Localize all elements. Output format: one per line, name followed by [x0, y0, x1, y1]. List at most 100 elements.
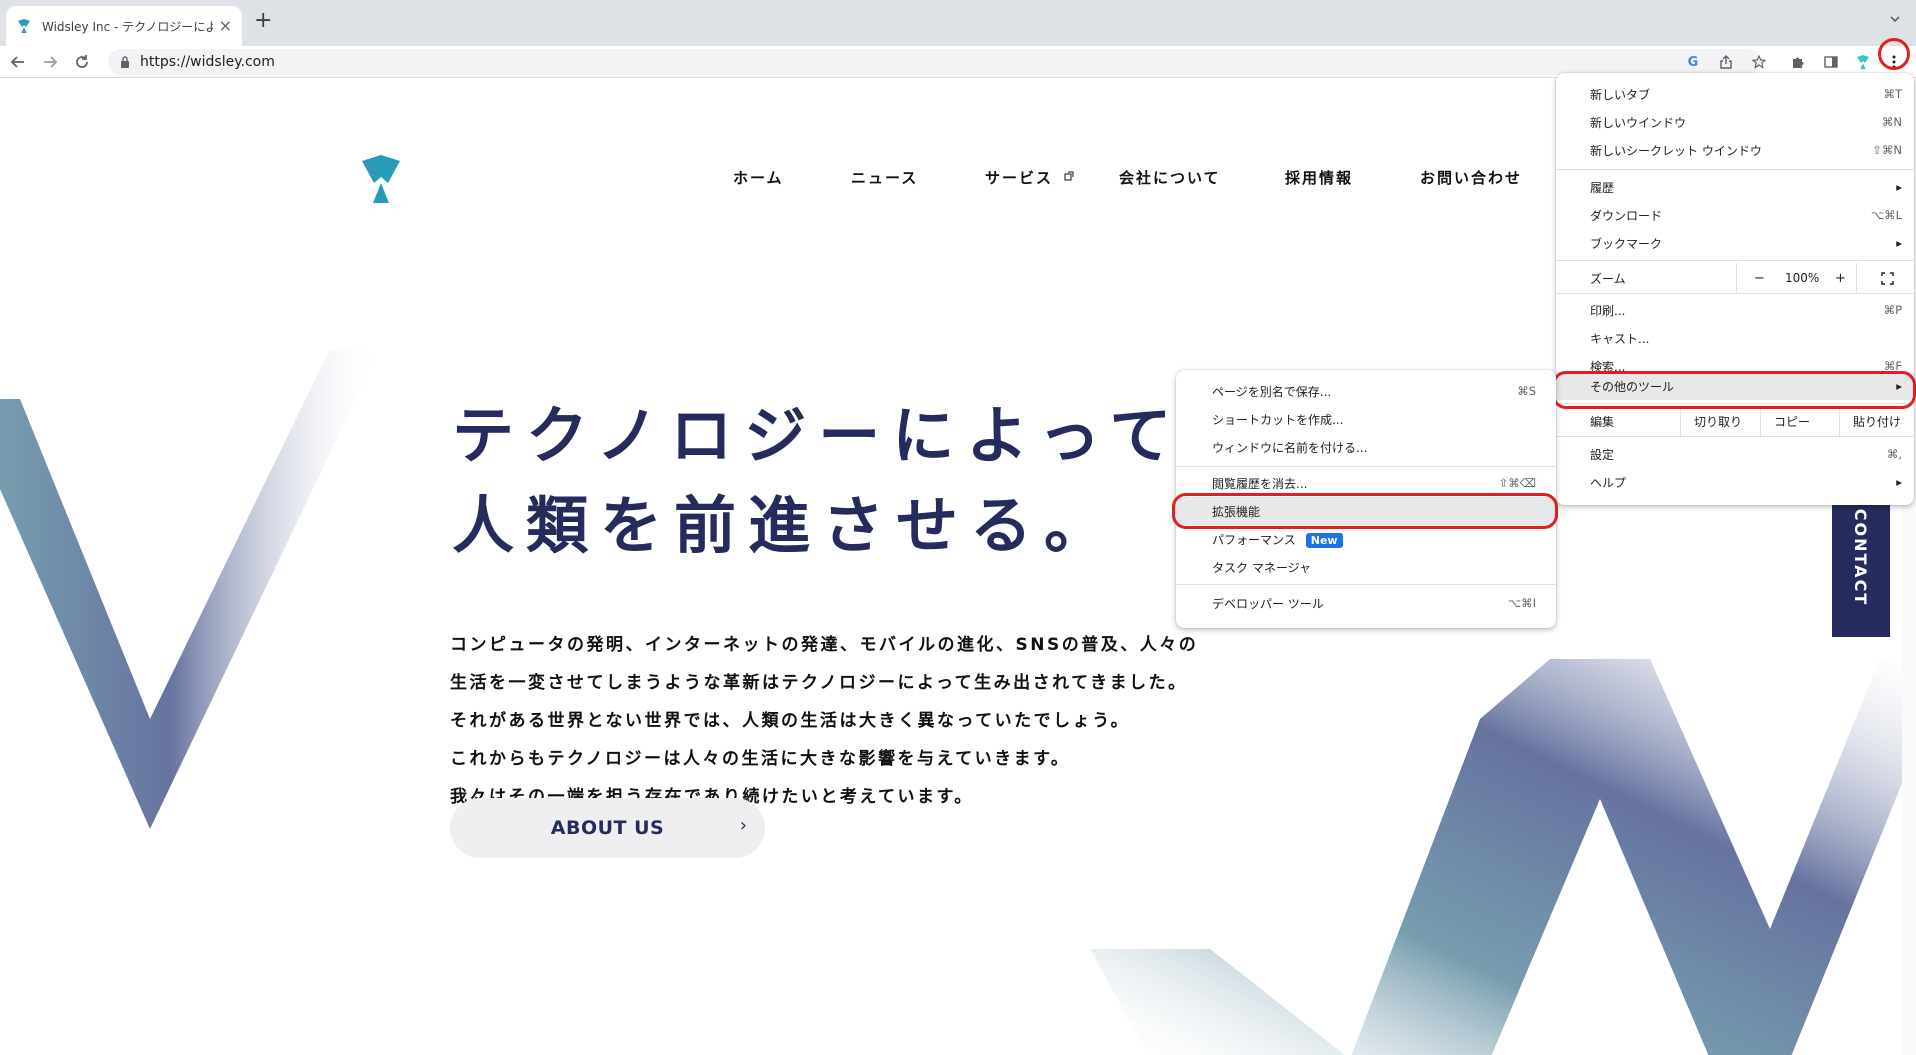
menu-item-task-manager[interactable]: タスク マネージャ [1176, 555, 1556, 579]
menu-item-label: 履歴 [1590, 180, 1615, 195]
hero-paragraph-line: それがある世界とない世界では、人類の生活は大きく異なっていたでしょう。 [450, 711, 1131, 731]
tab-title: Widsley Inc - テクノロジーによっ [42, 19, 213, 34]
more-tools-highlight-ring [1552, 371, 1916, 409]
widsley-favicon-icon [18, 19, 30, 33]
menu-separator [1556, 436, 1914, 437]
menu-item-label: ページを別名で保存... [1212, 384, 1332, 399]
share-icon[interactable] [1716, 52, 1736, 72]
profile-avatar-icon[interactable] [1853, 52, 1873, 72]
menu-item-shortcut: ⌘N [1881, 115, 1902, 129]
menu-separator [1760, 406, 1761, 436]
menu-row-edit: 編集 切り取り コピー 貼り付け [1556, 406, 1914, 436]
nav-services[interactable]: サービス [985, 167, 1053, 188]
back-button[interactable] [6, 50, 30, 74]
menu-item-label: パフォーマンス New [1212, 531, 1343, 548]
forward-button[interactable] [38, 50, 62, 74]
menu-item-shortcut: ⌘T [1883, 87, 1902, 101]
reload-button[interactable] [70, 50, 94, 74]
menu-item-label: 新しいタブ [1590, 87, 1651, 102]
menu-item-shortcut: ⌥⌘L [1870, 208, 1902, 222]
menu-separator [1176, 584, 1556, 585]
menu-item-history[interactable]: 履歴 ▸ [1556, 175, 1914, 199]
menu-item-label: タスク マネージャ [1212, 560, 1311, 575]
nav-news[interactable]: ニュース [851, 167, 918, 188]
menu-item-performance[interactable]: パフォーマンス New [1176, 527, 1556, 551]
menu-item-label: ブックマーク [1590, 236, 1663, 251]
hero-headline-line1: テクノロジーによって [452, 399, 1184, 472]
extensions-puzzle-icon[interactable] [1788, 52, 1808, 72]
menu-item-shortcut: ⌘, [1886, 447, 1902, 461]
edit-copy-button[interactable]: コピー [1774, 413, 1810, 430]
menu-separator [1839, 406, 1840, 436]
menu-separator [1556, 260, 1914, 261]
google-translate-icon[interactable]: G [1683, 52, 1703, 72]
menu-item-label: 印刷... [1590, 303, 1626, 318]
zoom-in-button[interactable]: + [1835, 271, 1846, 286]
menu-item-cast[interactable]: キャスト... [1556, 326, 1914, 350]
browser-tab[interactable]: Widsley Inc - テクノロジーによっ × [6, 6, 242, 46]
lock-icon[interactable] [120, 56, 130, 68]
menu-item-label: ダウンロード [1590, 208, 1663, 223]
new-tab-button[interactable]: + [254, 10, 272, 32]
menu-item-developer-tools[interactable]: デベロッパー ツール ⌥⌘I [1176, 591, 1556, 615]
nav-recruit[interactable]: 採用情報 [1285, 167, 1353, 188]
menu-separator [1556, 293, 1914, 294]
zoom-level: 100% [1785, 271, 1820, 285]
fullscreen-icon[interactable] [1881, 272, 1894, 285]
kebab-highlight-ring [1878, 38, 1910, 70]
edit-cut-button[interactable]: 切り取り [1694, 413, 1742, 430]
nav-home[interactable]: ホーム [733, 167, 784, 188]
menu-item-label: 閲覧履歴を消去... [1212, 476, 1308, 491]
hero-headline-line2: 人類を前進させる。 [452, 489, 1119, 562]
menu-item-new-tab[interactable]: 新しいタブ ⌘T [1556, 82, 1914, 106]
menu-item-create-shortcut[interactable]: ショートカットを作成... [1176, 407, 1556, 431]
address-bar[interactable]: https://widsley.com [108, 49, 1760, 75]
menu-item-name-window[interactable]: ウィンドウに名前を付ける... [1176, 435, 1556, 459]
submenu-arrow-icon: ▸ [1896, 180, 1902, 194]
menu-item-shortcut: ⌥⌘I [1507, 596, 1536, 610]
menu-item-shortcut: ⇧⌘N [1872, 143, 1902, 157]
menu-separator [1176, 466, 1556, 467]
menu-item-downloads[interactable]: ダウンロード ⌥⌘L [1556, 203, 1914, 227]
menu-separator [1856, 263, 1857, 293]
widsley-logo-icon[interactable] [358, 153, 404, 205]
bookmark-star-icon[interactable] [1749, 52, 1769, 72]
zoom-out-button[interactable]: − [1754, 271, 1765, 286]
menu-item-bookmarks[interactable]: ブックマーク ▸ [1556, 231, 1914, 255]
menu-separator [1556, 169, 1914, 170]
menu-item-shortcut: ⇧⌘⌫ [1498, 476, 1536, 490]
hero-paragraph-line: コンピュータの発明、インターネットの発達、モバイルの進化、SNSの普及、人々の [450, 635, 1199, 655]
chrome-main-menu: 新しいタブ ⌘T 新しいウインドウ ⌘N 新しいシークレット ウインドウ ⇧⌘N… [1556, 73, 1914, 505]
menu-item-settings[interactable]: 設定 ⌘, [1556, 442, 1914, 466]
menu-item-new-incognito[interactable]: 新しいシークレット ウインドウ ⇧⌘N [1556, 138, 1914, 162]
menu-item-label: 新しいシークレット ウインドウ [1590, 143, 1762, 158]
edit-paste-button[interactable]: 貼り付け [1853, 413, 1901, 430]
menu-item-print[interactable]: 印刷... ⌘P [1556, 298, 1914, 322]
tab-search-chevron-icon[interactable] [1888, 12, 1902, 26]
menu-item-label: ズーム [1590, 271, 1626, 286]
decorative-zigzag-left [0, 349, 380, 829]
menu-item-save-page-as[interactable]: ページを別名で保存... ⌘S [1176, 379, 1556, 403]
forward-arrow-icon [44, 56, 58, 68]
hero-paragraph-line: これからもテクノロジーは人々の生活に大きな影響を与えていきます。 [450, 749, 1071, 769]
menu-item-shortcut: ⌘S [1517, 384, 1536, 398]
url-text: https://widsley.com [140, 54, 275, 70]
menu-separator [1680, 406, 1681, 436]
nav-contact[interactable]: お問い合わせ [1420, 167, 1522, 188]
menu-item-help[interactable]: ヘルプ ▸ [1556, 470, 1914, 494]
submenu-arrow-icon: ▸ [1896, 475, 1902, 489]
about-us-label: ABOUT US [550, 817, 665, 839]
tab-strip: Widsley Inc - テクノロジーによっ × + [0, 0, 1916, 46]
submenu-arrow-icon: ▸ [1896, 236, 1902, 250]
side-panel-icon[interactable] [1821, 52, 1841, 72]
menu-item-new-window[interactable]: 新しいウインドウ ⌘N [1556, 110, 1914, 134]
about-us-button[interactable]: ABOUT US › [450, 798, 765, 858]
nav-about-company[interactable]: 会社について [1119, 167, 1221, 188]
menu-item-label: 設定 [1590, 447, 1615, 462]
chevron-right-icon: › [739, 815, 747, 836]
menu-item-clear-browsing-data[interactable]: 閲覧履歴を消去... ⇧⌘⌫ [1176, 471, 1556, 495]
menu-item-label: キャスト... [1590, 331, 1650, 346]
tab-close-icon[interactable]: × [219, 18, 232, 34]
back-arrow-icon [10, 56, 24, 68]
menu-row-zoom: ズーム − 100% + [1556, 263, 1914, 293]
